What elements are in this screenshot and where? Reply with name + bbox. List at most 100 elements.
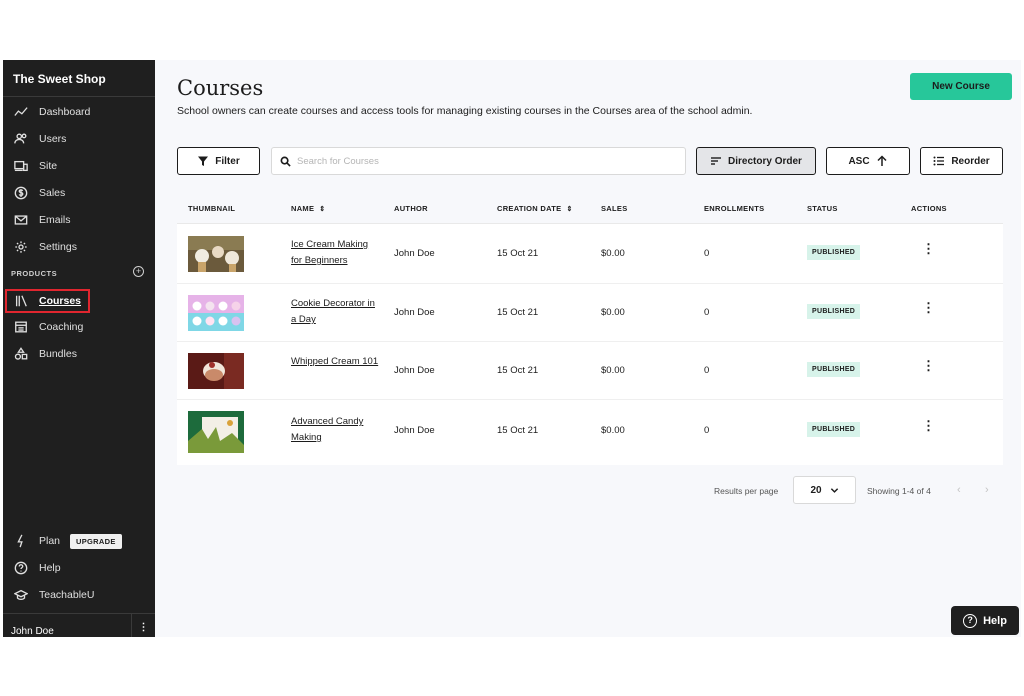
gear-icon — [13, 239, 29, 255]
sidebar-item-plan[interactable]: Plan UPGRADE — [3, 530, 155, 552]
add-product-icon[interactable]: + — [133, 266, 144, 277]
sidebar-item-label: Sales — [39, 187, 66, 199]
row-actions-menu-icon[interactable]: ⋮ — [922, 301, 935, 314]
sidebar-item-sales[interactable]: Sales — [3, 182, 155, 204]
dollar-icon — [13, 185, 29, 201]
sidebar-item-label: Courses — [39, 295, 82, 307]
results-per-page-select[interactable]: 20 — [793, 476, 856, 504]
sort-icon[interactable]: ⇕ — [566, 206, 572, 213]
help-button-label: Help — [983, 614, 1007, 627]
sort-direction-button[interactable]: ASC — [826, 147, 910, 175]
column-header-enrollments: ENROLLMENTS — [704, 204, 765, 213]
course-enrollments: 0 — [704, 307, 710, 318]
filter-icon — [198, 156, 209, 166]
course-creation-date: 15 Oct 21 — [497, 365, 539, 376]
status-badge: PUBLISHED — [807, 304, 861, 319]
sort-icon[interactable]: ⇕ — [319, 206, 325, 213]
table-row[interactable]: Cookie Decorator in a Day John Doe 15 Oc… — [177, 284, 1003, 342]
sort-lines-icon — [711, 157, 722, 165]
arrow-up-icon — [877, 155, 887, 166]
results-per-page-label: Results per page — [714, 486, 779, 496]
course-name-link[interactable]: Advanced Candy Making — [291, 414, 381, 446]
brand-name: The Sweet Shop — [3, 60, 155, 97]
sidebar-item-label: Dashboard — [39, 106, 91, 118]
table-row[interactable]: Ice Cream Making for Beginners John Doe … — [177, 224, 1003, 284]
course-sales: $0.00 — [601, 248, 625, 259]
sidebar-item-emails[interactable]: Emails — [3, 209, 155, 231]
row-actions-menu-icon[interactable]: ⋮ — [922, 419, 935, 432]
sidebar: The Sweet Shop Dashboard Users Site Sale… — [3, 60, 155, 637]
column-header-author: AUTHOR — [394, 204, 428, 213]
column-header-label: CREATION DATE — [497, 204, 562, 213]
course-thumbnail[interactable] — [188, 411, 244, 453]
column-header-thumbnail: THUMBNAIL — [188, 204, 236, 213]
envelope-icon — [13, 212, 29, 228]
course-name-link[interactable]: Cookie Decorator in a Day — [291, 296, 381, 328]
sidebar-item-teachableu[interactable]: TeachableU — [3, 584, 155, 606]
column-header-sales: SALES — [601, 204, 628, 213]
column-header-label: NAME — [291, 204, 315, 213]
user-name: John Doe — [11, 626, 54, 637]
directory-order-button[interactable]: Directory Order — [696, 147, 816, 175]
help-button[interactable]: ? Help — [951, 606, 1019, 635]
search-input[interactable] — [297, 155, 677, 167]
sidebar-item-label: Settings — [39, 241, 77, 253]
sidebar-item-label: Emails — [39, 214, 71, 226]
column-header-creation-date[interactable]: CREATION DATE ⇕ — [497, 204, 573, 213]
course-name-link[interactable]: Ice Cream Making for Beginners — [291, 237, 381, 269]
course-thumbnail[interactable] — [188, 236, 244, 272]
courses-table: THUMBNAIL NAME ⇕ AUTHOR CREATION DATE ⇕ SA… — [177, 194, 1003, 465]
bolt-icon — [13, 533, 29, 549]
sidebar-item-settings[interactable]: Settings — [3, 236, 155, 258]
reorder-button[interactable]: Reorder — [920, 147, 1003, 175]
course-creation-date: 15 Oct 21 — [497, 425, 539, 436]
sidebar-item-label: Users — [39, 133, 67, 145]
table-row[interactable]: Whipped Cream 101 John Doe 15 Oct 21 $0.… — [177, 342, 1003, 400]
devices-icon — [13, 158, 29, 174]
user-account[interactable]: John Doe ⋮ — [3, 613, 155, 637]
reorder-label: Reorder — [951, 155, 990, 167]
table-header: THUMBNAIL NAME ⇕ AUTHOR CREATION DATE ⇕ SA… — [177, 194, 1003, 224]
sidebar-item-courses[interactable]: Courses — [5, 289, 90, 313]
shapes-icon — [13, 346, 29, 362]
course-creation-date: 15 Oct 21 — [497, 307, 539, 318]
filter-button[interactable]: Filter — [177, 147, 260, 175]
prev-page-button[interactable]: ‹ — [957, 484, 961, 496]
new-course-button[interactable]: New Course — [910, 73, 1012, 100]
sidebar-item-label: Coaching — [39, 321, 84, 333]
search-field[interactable] — [271, 147, 686, 175]
sidebar-item-site[interactable]: Site — [3, 155, 155, 177]
course-sales: $0.00 — [601, 365, 625, 376]
calendar-icon — [13, 319, 29, 335]
list-icon — [933, 156, 945, 166]
course-thumbnail[interactable] — [188, 295, 244, 331]
table-row[interactable]: Advanced Candy Making John Doe 15 Oct 21… — [177, 400, 1003, 465]
question-icon — [13, 560, 29, 576]
sidebar-item-coaching[interactable]: Coaching — [3, 316, 155, 338]
sidebar-item-dashboard[interactable]: Dashboard — [3, 101, 155, 123]
row-actions-menu-icon[interactable]: ⋮ — [922, 242, 935, 255]
course-author: John Doe — [394, 425, 435, 436]
course-name-link[interactable]: Whipped Cream 101 — [291, 354, 381, 370]
next-page-button[interactable]: › — [985, 484, 989, 496]
sidebar-item-users[interactable]: Users — [3, 128, 155, 150]
page-subtitle: School owners can create courses and acc… — [177, 105, 753, 117]
course-author: John Doe — [394, 307, 435, 318]
kebab-menu-icon[interactable]: ⋮ — [131, 614, 155, 637]
section-label-products: PRODUCTS — [11, 269, 58, 278]
sidebar-item-help[interactable]: Help — [3, 557, 155, 579]
chart-line-icon — [13, 104, 29, 120]
sidebar-item-label: Help — [39, 562, 61, 574]
question-icon: ? — [963, 613, 978, 628]
status-badge: PUBLISHED — [807, 245, 861, 260]
upgrade-button[interactable]: UPGRADE — [70, 533, 122, 549]
row-actions-menu-icon[interactable]: ⋮ — [922, 359, 935, 372]
sidebar-item-bundles[interactable]: Bundles — [3, 343, 155, 365]
column-header-name[interactable]: NAME ⇕ — [291, 204, 325, 213]
course-thumbnail[interactable] — [188, 353, 244, 389]
course-sales: $0.00 — [601, 307, 625, 318]
sidebar-item-label: Site — [39, 160, 58, 172]
sort-direction-label: ASC — [848, 155, 870, 167]
course-enrollments: 0 — [704, 425, 710, 436]
search-icon — [280, 156, 291, 167]
